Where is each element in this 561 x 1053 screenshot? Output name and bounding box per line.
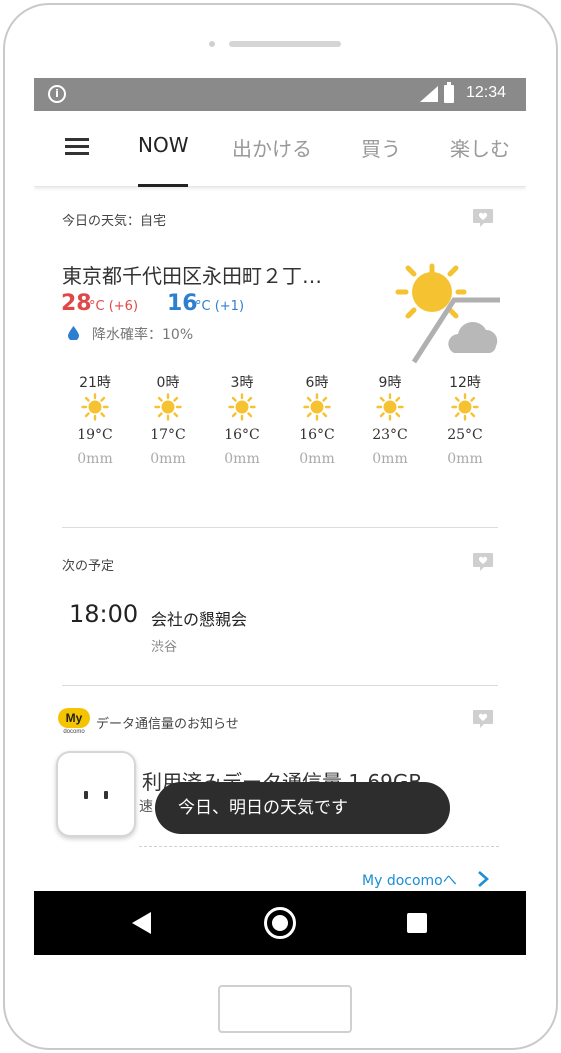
- mydocomo-logo: My docomo: [58, 708, 90, 736]
- tab-enjoy[interactable]: 楽しむ: [450, 133, 510, 162]
- mydocomo-link[interactable]: My docomoへ: [362, 870, 457, 890]
- hourly-forecast-item: 12時 25°C 0mm: [435, 372, 495, 467]
- hourly-forecast-item: 0時 17°C 0mm: [138, 372, 198, 467]
- sun-icon: [303, 393, 331, 421]
- low-temperature-unit: °C (+1): [195, 299, 245, 314]
- forecast-hour: 12時: [449, 375, 481, 391]
- precipitation-probability: 降水確率：10%: [92, 327, 194, 343]
- weather-section-label: 今日の天気：自宅: [62, 214, 167, 229]
- dashed-divider: [139, 846, 499, 847]
- recent-apps-icon[interactable]: [407, 913, 427, 933]
- assistant-eye: [84, 791, 88, 799]
- data-notice-section-label: データ通信量のお知らせ: [96, 717, 239, 732]
- assistant-tooltip[interactable]: 今日、明日の天気です: [155, 782, 450, 834]
- battery-icon: [444, 82, 454, 103]
- forecast-precipitation: 0mm: [299, 451, 335, 467]
- navigation-bar: [34, 891, 526, 955]
- forecast-precipitation: 0mm: [150, 451, 186, 467]
- forecast-hour: 21時: [79, 375, 111, 391]
- back-icon[interactable]: [131, 911, 153, 935]
- section-divider: [62, 685, 498, 686]
- forecast-precipitation: 0mm: [224, 451, 260, 467]
- high-temperature-unit: °C (+6): [89, 299, 139, 314]
- forecast-temperature: 16°C: [299, 427, 335, 443]
- home-icon[interactable]: [264, 907, 296, 939]
- forecast-hour: 0時: [156, 375, 180, 391]
- info-icon: i: [48, 85, 66, 103]
- forecast-temperature: 25°C: [447, 427, 483, 443]
- low-temperature: 16: [167, 291, 198, 316]
- comment-icon[interactable]: [472, 208, 494, 228]
- raindrop-icon: [68, 326, 79, 340]
- data-usage-subtitle: 速: [139, 799, 153, 815]
- sun-icon: [451, 393, 479, 421]
- sun-icon: [376, 393, 404, 421]
- event-location: 渋谷: [151, 640, 178, 655]
- sunny-then-cloudy-icon: [395, 263, 500, 364]
- active-tab-indicator: [138, 184, 188, 187]
- location-address: 東京都千代田区永田町２丁…: [62, 264, 322, 288]
- forecast-hour: 9時: [378, 375, 402, 391]
- comment-icon[interactable]: [472, 552, 494, 572]
- comment-icon[interactable]: [472, 709, 494, 729]
- earpiece-speaker: [229, 41, 341, 47]
- sun-icon: [228, 393, 256, 421]
- sun-icon: [81, 393, 109, 421]
- signal-icon: [420, 86, 438, 102]
- high-temperature: 28: [61, 291, 92, 316]
- tab-outing[interactable]: 出かける: [232, 133, 312, 162]
- forecast-temperature: 17°C: [150, 427, 186, 443]
- screen: i 12:34 NOW 出かける 買う 楽しむ 今日の天気：自宅 東京都千代田区…: [34, 78, 526, 955]
- tab-shopping[interactable]: 買う: [361, 133, 401, 162]
- forecast-hour: 3時: [230, 375, 254, 391]
- forecast-hour: 6時: [305, 375, 329, 391]
- forecast-temperature: 16°C: [224, 427, 260, 443]
- hardware-home-button[interactable]: [218, 985, 352, 1033]
- menu-icon[interactable]: [65, 138, 89, 156]
- forecast-precipitation: 0mm: [77, 451, 113, 467]
- status-bar: i 12:34: [34, 78, 526, 111]
- forecast-precipitation: 0mm: [447, 451, 483, 467]
- forecast-precipitation: 0mm: [372, 451, 408, 467]
- hourly-forecast-item: 9時 23°C 0mm: [360, 372, 420, 467]
- sun-icon: [154, 393, 182, 421]
- chevron-right-icon[interactable]: [476, 870, 490, 888]
- tab-now[interactable]: NOW: [138, 133, 188, 157]
- hourly-forecast-item: 6時 16°C 0mm: [287, 372, 347, 467]
- forecast-temperature: 23°C: [372, 427, 408, 443]
- schedule-section-label: 次の予定: [62, 559, 115, 574]
- assistant-character[interactable]: [56, 751, 136, 837]
- front-camera: [209, 41, 215, 47]
- forecast-temperature: 19°C: [77, 427, 113, 443]
- event-time: 18:00: [69, 600, 139, 628]
- tab-bar: NOW 出かける 買う 楽しむ: [34, 111, 526, 187]
- assistant-eye: [104, 791, 108, 799]
- hourly-forecast-item: 3時 16°C 0mm: [212, 372, 272, 467]
- event-title[interactable]: 会社の懇親会: [151, 606, 247, 630]
- hourly-forecast-item: 21時 19°C 0mm: [65, 372, 125, 467]
- clock: 12:34: [466, 84, 507, 101]
- section-divider: [62, 527, 498, 528]
